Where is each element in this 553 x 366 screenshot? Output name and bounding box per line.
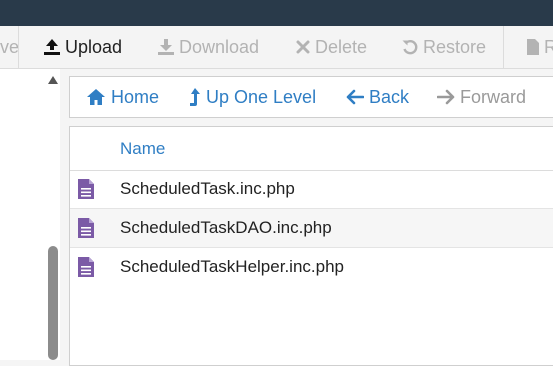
name-column-header[interactable]: Name	[120, 127, 165, 170]
navigation-bar: Home Up One Level Back Forward	[69, 76, 553, 118]
home-button[interactable]: Home	[86, 77, 159, 117]
scrollbar-thumb[interactable]	[48, 246, 58, 360]
up-one-level-button[interactable]: Up One Level	[189, 77, 316, 117]
file-list-table: Name ScheduledTask.inc.php ScheduledTask…	[69, 126, 553, 366]
file-icon	[527, 39, 539, 55]
restore-icon	[402, 40, 418, 55]
delete-button[interactable]: Delete	[295, 26, 367, 68]
back-button[interactable]: Back	[346, 77, 409, 117]
toolbar: ve Upload Download Delete Restore R	[0, 26, 553, 69]
download-button[interactable]: Download	[157, 26, 259, 68]
arrow-left-icon	[346, 89, 364, 105]
scroll-up-arrow[interactable]	[48, 76, 58, 84]
php-file-icon	[78, 257, 94, 277]
download-icon	[158, 39, 174, 55]
upload-button-label: Upload	[65, 36, 123, 57]
top-header-bar	[0, 0, 553, 26]
home-label: Home	[111, 86, 160, 107]
level-up-icon	[190, 88, 200, 106]
delete-icon	[296, 40, 310, 54]
file-row[interactable]: ScheduledTask.inc.php	[70, 170, 553, 209]
file-name: ScheduledTaskHelper.inc.php	[120, 257, 344, 276]
file-name: ScheduledTaskDAO.inc.php	[120, 218, 332, 237]
file-row[interactable]: ScheduledTaskHelper.inc.php	[70, 248, 553, 286]
upload-button[interactable]: Upload	[43, 26, 122, 68]
back-label: Back	[369, 86, 410, 107]
download-button-label: Download	[179, 36, 260, 57]
delete-button-label: Delete	[315, 36, 368, 57]
arrow-right-icon	[437, 89, 455, 105]
forward-label: Forward	[460, 86, 527, 107]
restore-button-label: Restore	[423, 36, 487, 57]
home-icon	[87, 89, 105, 105]
rename-button[interactable]: R	[526, 26, 553, 68]
restore-button[interactable]: Restore	[401, 26, 486, 68]
rename-button-label: R	[544, 36, 553, 57]
save-button[interactable]: ve	[0, 26, 19, 68]
table-header: Name	[70, 127, 553, 171]
php-file-icon	[78, 218, 94, 238]
file-name: ScheduledTask.inc.php	[120, 179, 295, 198]
save-button-label: ve	[0, 36, 20, 57]
upload-icon	[44, 39, 60, 55]
toolbar-divider	[18, 26, 19, 68]
file-row[interactable]: ScheduledTaskDAO.inc.php	[70, 209, 553, 248]
php-file-icon	[78, 179, 94, 199]
up-one-level-label: Up One Level	[206, 86, 317, 107]
toolbar-divider	[503, 26, 504, 68]
forward-button[interactable]: Forward	[437, 77, 526, 117]
